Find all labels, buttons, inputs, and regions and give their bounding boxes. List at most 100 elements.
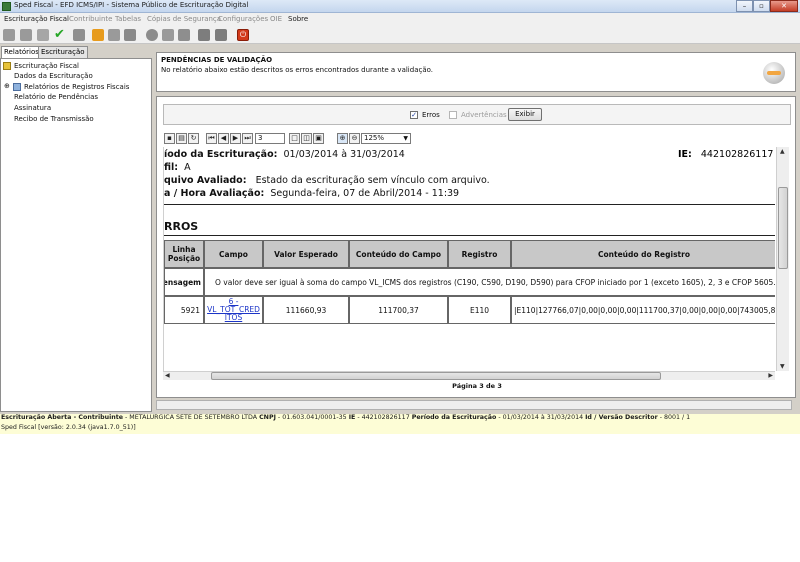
fit-page-icon[interactable]: ▣: [313, 133, 324, 144]
advertencias-label: Advertências: [461, 111, 507, 119]
zoom-in-icon[interactable]: ⊕: [337, 133, 348, 144]
mensagem-text: O valor deve ser igual à soma do campo V…: [204, 268, 775, 296]
horizontal-scroll-thumb[interactable]: [211, 372, 661, 380]
save-as-icon[interactable]: [215, 29, 227, 41]
folder-icon: [3, 62, 11, 70]
receipt-icon[interactable]: [178, 29, 190, 41]
new-doc-icon[interactable]: [3, 29, 15, 41]
zoom-select[interactable]: 125% ▼: [361, 133, 411, 144]
next-page-icon[interactable]: ▶: [230, 133, 241, 144]
navigation-tree: Escrituração Fiscal Dados da Escrituraçã…: [0, 58, 152, 412]
menu-copias-seguranca[interactable]: Cópias de Segurança: [147, 15, 221, 23]
transmit-icon[interactable]: [146, 29, 158, 41]
header-conteudo-campo: Conteúdo do Campo: [349, 240, 448, 268]
close-x-icon[interactable]: [92, 29, 104, 41]
open-icon[interactable]: [20, 29, 32, 41]
page-number-input[interactable]: 3: [255, 133, 285, 144]
menu-bar: Escrituração Fiscal Contribuinte Tabelas…: [0, 13, 800, 27]
print-icon[interactable]: [124, 29, 136, 41]
arquivo-line: quivo Avaliado: Estado da escrituração s…: [164, 175, 775, 186]
vertical-scroll-thumb[interactable]: [778, 187, 788, 269]
report-content: íodo da Escrituração: 01/03/2014 à 31/03…: [163, 147, 775, 371]
menu-configuracoes[interactable]: Configurações: [218, 15, 268, 23]
cell-registro: E110: [448, 296, 511, 324]
ie-line: IE: 442102826117: [678, 149, 773, 160]
chevron-down-icon: ▼: [403, 135, 408, 142]
app-window: Sped Fiscal - EFD ICMS/IPI - Sistema Púb…: [0, 0, 800, 434]
first-page-icon[interactable]: ⏮: [206, 133, 217, 144]
folder-icon[interactable]: [37, 29, 49, 41]
header-linha: Linha Posição: [164, 240, 204, 268]
refresh-icon[interactable]: ↻: [188, 133, 199, 144]
toolbar: ✔ ⏻: [0, 27, 800, 44]
cell-valor-esperado: 111660,93: [263, 296, 349, 324]
divider: [164, 204, 775, 205]
status-ie-value: - 442102826117: [355, 414, 412, 421]
tree-item-recibo-transmissao[interactable]: Recibo de Transmissão: [14, 115, 94, 123]
cell-conteudo-campo: 111700,37: [349, 296, 448, 324]
tree-item-assinatura[interactable]: Assinatura: [14, 104, 51, 112]
tab-relatorios[interactable]: Relatórios: [1, 46, 42, 58]
section-title: RROS: [164, 220, 199, 233]
cell-conteudo-registro: |E110|127766,07|0,00|0,00|0,00|111700,37…: [511, 296, 775, 324]
status-bar-version: Sped Fiscal [versão: 2.0.34 (java1.7.0_5…: [0, 424, 800, 434]
erros-checkbox[interactable]: ✓: [410, 111, 418, 119]
report-icon: [13, 83, 21, 91]
print-icon[interactable]: ▤: [176, 133, 187, 144]
save-icon[interactable]: ▪: [164, 133, 175, 144]
prev-page-icon[interactable]: ◀: [218, 133, 229, 144]
menu-sobre[interactable]: Sobre: [288, 15, 308, 23]
status-periodo-value: - 01/03/2014 à 31/03/2014: [496, 414, 586, 421]
filter-bar: ✓ Erros Advertências Exibir: [163, 104, 791, 125]
scroll-down-icon[interactable]: ▼: [780, 363, 785, 370]
close-button[interactable]: ✕: [770, 0, 798, 12]
save-icon[interactable]: [198, 29, 210, 41]
data-label: a / Hora Avaliação:: [164, 188, 265, 199]
pendencias-description: No relatório abaixo estão descritos os e…: [161, 66, 434, 74]
sign-icon[interactable]: [108, 29, 120, 41]
tab-escrituracao[interactable]: Escrituração: [38, 46, 88, 58]
menu-tabelas[interactable]: Tabelas: [115, 15, 141, 23]
menu-contribuinte[interactable]: Contribuinte: [69, 15, 113, 23]
menu-escrituracao-fiscal[interactable]: Escrituração Fiscal: [4, 15, 69, 23]
last-page-icon[interactable]: ⏭: [242, 133, 253, 144]
zoom-out-icon[interactable]: ⊖: [349, 133, 360, 144]
perfil-label: fil:: [164, 162, 179, 173]
status-bar-context: Escrituração Aberta - Contribuinte - MET…: [0, 414, 800, 424]
periodo-label: íodo da Escrituração:: [164, 149, 278, 160]
status-versao-label: Id / Versão Descritor: [585, 414, 658, 421]
arquivo-value: Estado da escrituração sem vínculo com a…: [255, 175, 490, 186]
advertencias-checkbox[interactable]: [449, 111, 457, 119]
tree-item-dados-escrituracao[interactable]: Dados da Escrituração: [14, 72, 93, 80]
delete-icon[interactable]: [73, 29, 85, 41]
verify-icon[interactable]: [162, 29, 174, 41]
data-value: Segunda-feira, 07 de Abril/2014 - 11:39: [270, 188, 460, 199]
tree-item-relatorio-pendencias[interactable]: Relatório de Pendências: [14, 93, 98, 101]
minimize-button[interactable]: –: [736, 0, 753, 12]
validate-check-icon[interactable]: ✔: [54, 28, 66, 41]
tree-item-relatorios-registros-fiscais[interactable]: Relatórios de Registros Fiscais: [24, 83, 129, 91]
scroll-up-icon[interactable]: ▲: [780, 148, 785, 155]
header-valor-esperado: Valor Esperado: [263, 240, 349, 268]
left-tabs: Relatórios Escrituração: [0, 46, 156, 58]
fit-width-icon[interactable]: ◫: [301, 133, 312, 144]
scroll-right-icon[interactable]: ▶: [768, 372, 773, 379]
horizontal-scrollbar[interactable]: ◀ ▶: [163, 371, 775, 380]
expand-icon[interactable]: ⊕: [4, 82, 10, 90]
zoom-value: 125%: [364, 134, 385, 142]
power-icon[interactable]: ⏻: [237, 29, 249, 41]
status-periodo-label: Período da Escrituração: [411, 414, 497, 421]
divider: [164, 235, 775, 236]
menu-oie[interactable]: OIE: [270, 15, 282, 23]
app-icon: [2, 2, 11, 11]
mensagem-label: ensagem: [164, 268, 204, 296]
actual-size-icon[interactable]: □: [289, 133, 300, 144]
tree-root-escrituracao-fiscal[interactable]: Escrituração Fiscal: [14, 62, 79, 70]
cell-campo-link[interactable]: 6 - VL_TOT_CRED ITOS: [204, 296, 263, 324]
maximize-button[interactable]: ▫: [753, 0, 770, 12]
scroll-left-icon[interactable]: ◀: [165, 372, 170, 379]
vertical-scrollbar[interactable]: ▲ ▼: [776, 147, 789, 371]
exibir-button[interactable]: Exibir: [508, 108, 542, 121]
sped-logo: [763, 62, 785, 84]
status-versao-value: - 8001 / 1: [657, 414, 691, 421]
